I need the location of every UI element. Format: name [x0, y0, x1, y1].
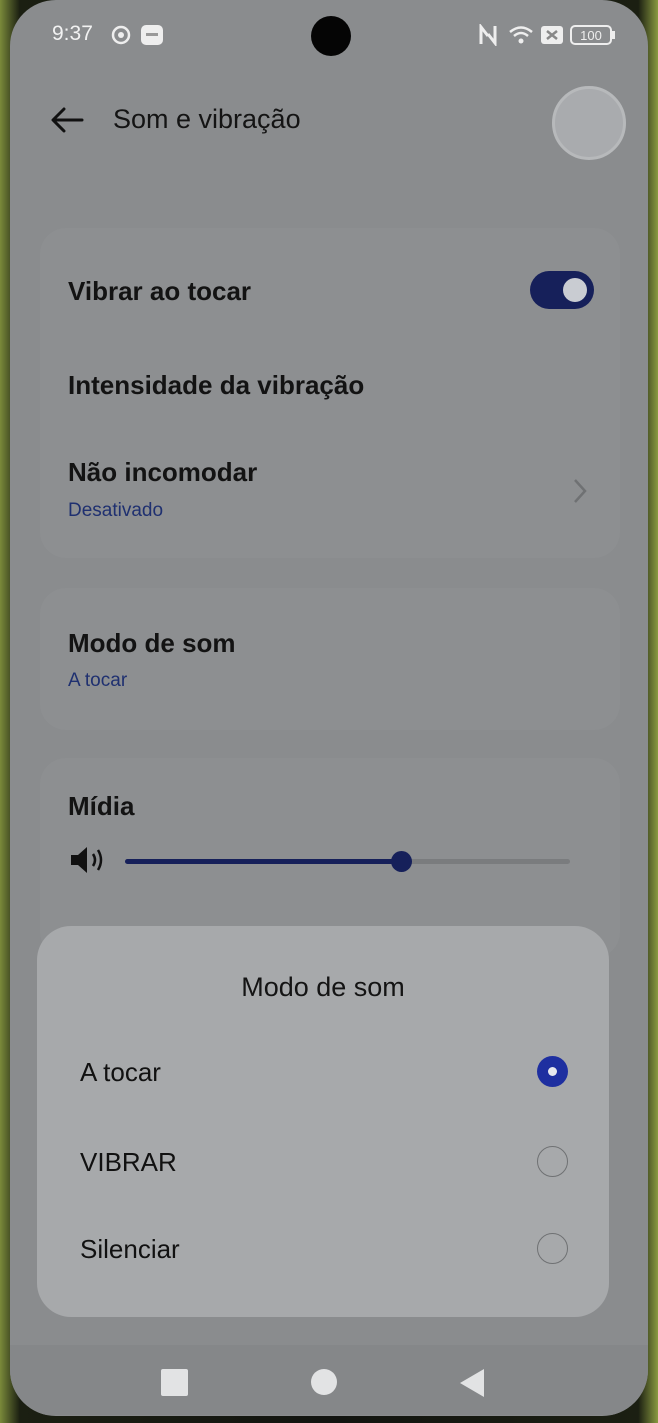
wifi-icon: [508, 24, 534, 51]
media-volume-slider[interactable]: [125, 851, 570, 872]
notification-status-icon: [140, 24, 164, 51]
chevron-right-icon: [570, 476, 590, 506]
speaker-icon: [68, 843, 108, 877]
sound-mode-value: A tocar: [68, 670, 128, 691]
sound-mode-dialog: Modo de som A tocar VIBRAR Silenciar: [37, 926, 609, 1317]
battery-icon: 100: [570, 24, 616, 51]
radio-button[interactable]: [537, 1056, 568, 1087]
option-vibrate[interactable]: VIBRAR: [37, 1127, 609, 1197]
option-label: Silenciar: [80, 1234, 180, 1264]
toggle-knob: [563, 278, 587, 302]
do-not-disturb-item[interactable]: Não incomodar: [68, 457, 257, 488]
nfc-icon: [478, 22, 498, 51]
radio-button[interactable]: [537, 1233, 568, 1264]
dialog-title: Modo de som: [241, 972, 405, 1002]
slider-fill: [125, 859, 401, 864]
battery-level: 100: [580, 28, 602, 43]
sound-mode-label: Modo de som: [68, 628, 236, 658]
status-time: 9:37: [52, 22, 93, 45]
settings-card-vibration: Vibrar ao tocar Intensidade da vibração …: [40, 228, 620, 558]
nav-back-button[interactable]: [457, 1367, 487, 1399]
option-label: VIBRAR: [80, 1147, 177, 1177]
recents-button[interactable]: [161, 1369, 188, 1396]
front-camera: [311, 16, 351, 56]
do-not-disturb-value: Desativado: [68, 500, 164, 521]
page-title: Som e vibração: [113, 104, 301, 134]
vibrate-on-touch-toggle[interactable]: [530, 271, 594, 309]
back-arrow-icon[interactable]: [48, 104, 88, 136]
screen: 9:37 100 Som e vibração Vibrar ao tocar …: [10, 0, 648, 1416]
avatar[interactable]: [552, 86, 626, 160]
status-bar: 9:37 100: [10, 0, 648, 70]
vibrate-on-touch-label: Vibrar ao tocar: [68, 276, 252, 306]
navigation-bar: [10, 1345, 648, 1415]
vibration-intensity-item[interactable]: Intensidade da vibração: [68, 370, 364, 401]
media-volume-label: Mídia: [68, 791, 135, 821]
radio-button[interactable]: [537, 1146, 568, 1177]
sim-icon: [540, 24, 564, 51]
settings-card-sound-mode[interactable]: Modo de som A tocar: [40, 588, 620, 730]
option-label: A tocar: [80, 1057, 161, 1087]
option-ring[interactable]: A tocar: [37, 1037, 609, 1107]
slider-thumb[interactable]: [390, 851, 412, 872]
option-silent[interactable]: Silenciar: [37, 1214, 609, 1284]
home-button[interactable]: [311, 1369, 337, 1395]
gear-status-icon: [110, 24, 132, 51]
